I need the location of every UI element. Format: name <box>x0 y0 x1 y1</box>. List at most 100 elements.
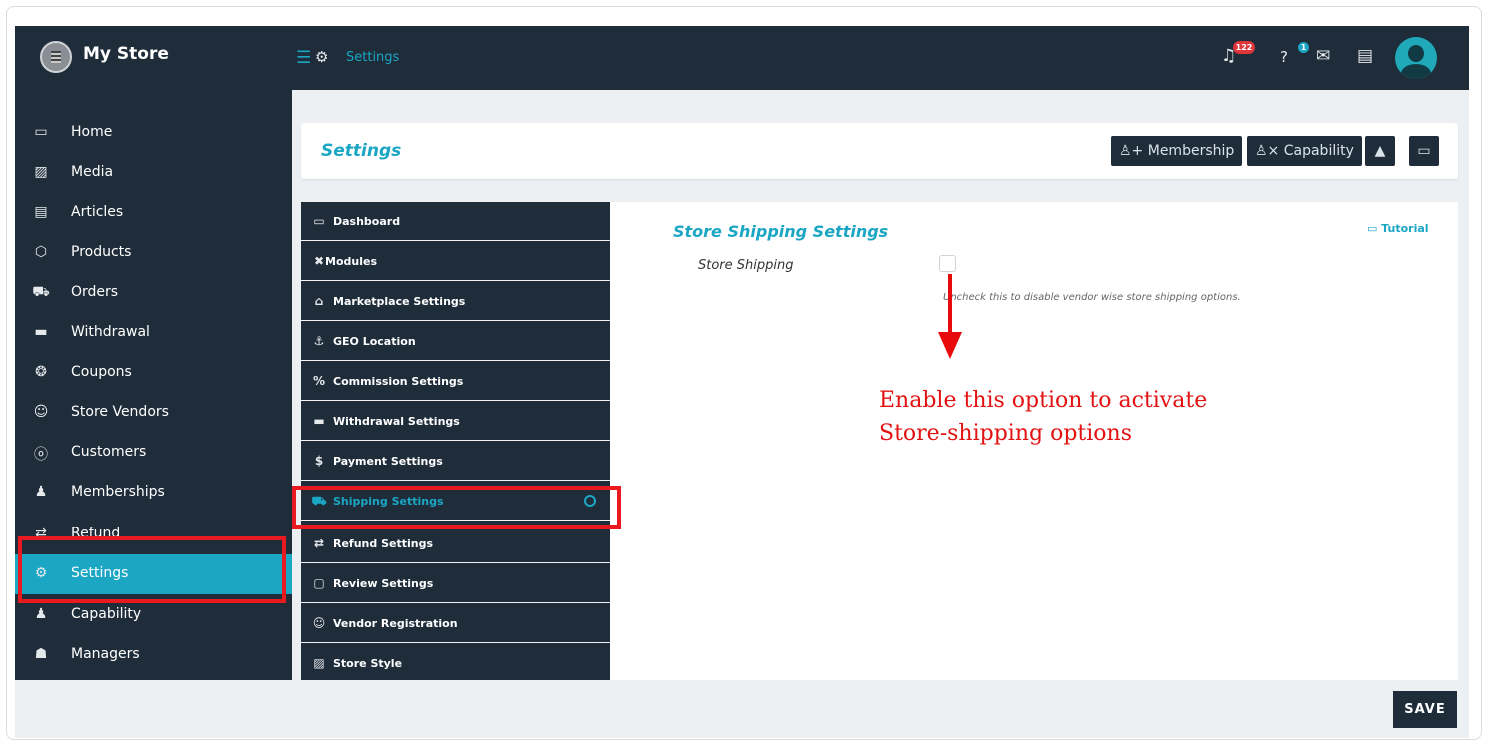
submenu-item-label: Marketplace Settings <box>333 295 466 308</box>
submenu-item-vendor-registration[interactable]: ☺ Vendor Registration <box>301 604 610 643</box>
user-icon: ☺ <box>33 404 49 420</box>
sidebar-item-articles[interactable]: ▤ Articles <box>15 193 292 233</box>
submenu-item-label: Modules <box>325 255 377 268</box>
user-avatar[interactable] <box>1395 37 1437 79</box>
dashboard-icon: ▭ <box>313 214 325 228</box>
megaphone-icon[interactable]: ✉ <box>1316 46 1330 66</box>
user-x-icon: ♟ <box>34 606 48 622</box>
submenu-item-payment-settings[interactable]: $ Payment Settings <box>301 442 610 481</box>
submenu-item-review-settings[interactable]: ▢ Review Settings <box>301 564 610 603</box>
store-shipping-checkbox[interactable] <box>939 255 956 272</box>
save-button[interactable]: SAVE <box>1393 691 1457 728</box>
credit-card-icon: ▬ <box>34 324 48 340</box>
articles-icon: ▤ <box>34 204 48 220</box>
sidebar-item-coupons[interactable]: ❂ Coupons <box>15 353 292 393</box>
image-icon: ▨ <box>313 656 325 670</box>
sidebar-item-memberships[interactable]: ♟ Memberships <box>15 473 292 513</box>
sidebar-item-label: Articles <box>71 204 124 220</box>
settings-highlight-box <box>18 536 286 603</box>
credit-card-icon: ▬ <box>313 414 325 428</box>
sidebar-item-label: Products <box>71 244 132 260</box>
sidebar-item-label: Capability <box>71 606 142 622</box>
submenu-item-label: Commission Settings <box>333 375 464 388</box>
sidebar-item-store-vendors[interactable]: ☺ Store Vendors <box>15 393 292 433</box>
page-title: Settings <box>321 141 402 161</box>
settings-header-card: Settings ♙+ Membership ♙× Capability ▲ ▭ <box>301 123 1458 179</box>
sidebar-item-managers[interactable]: ☗ Managers <box>15 635 292 675</box>
user-plus-icon: ♙+ <box>1119 143 1148 159</box>
user-icon: ☺ <box>312 616 326 630</box>
shipping-settings-highlight-box <box>292 486 621 529</box>
graduation-cap-icon: ▲ <box>1374 143 1386 159</box>
dollar-icon: $ <box>314 454 324 468</box>
sidebar-item-media[interactable]: ▨ Media <box>15 153 292 193</box>
content-panel: Store Shipping Settings ▭ Tutorial Store… <box>610 202 1458 682</box>
home-icon: ▭ <box>34 124 48 140</box>
sidebar-item-label: Withdrawal <box>71 324 150 340</box>
membership-label: Membership <box>1147 143 1235 159</box>
submenu-item-label: Review Settings <box>333 577 434 590</box>
sidebar-item-orders[interactable]: ⛟ Orders <box>15 273 292 313</box>
submenu-item-label: Withdrawal Settings <box>333 415 460 428</box>
capability-button[interactable]: ♙× Capability <box>1247 136 1362 166</box>
breadcrumb: Settings <box>346 50 400 65</box>
bottom-bar <box>15 680 1469 738</box>
products-icon: ⬡ <box>34 244 48 260</box>
user-circle-icon: ⓞ <box>34 447 48 463</box>
store-logo[interactable] <box>40 41 72 73</box>
sidebar-item-products[interactable]: ⬡ Products <box>15 233 292 273</box>
submenu-item-withdrawal-settings[interactable]: ▬ Withdrawal Settings <box>301 402 610 441</box>
sidebar-item-label: Store Vendors <box>71 404 169 420</box>
submenu-item-marketplace-settings[interactable]: ⌂ Marketplace Settings <box>301 282 610 321</box>
user-x-icon: ♙× <box>1255 143 1284 159</box>
video-camera-icon: ▭ <box>1367 222 1382 235</box>
annotation-line-2: Store-shipping options <box>879 421 1132 446</box>
sidebar-item-customers[interactable]: ⓞ Customers <box>15 433 292 473</box>
store-shipping-label: Store Shipping <box>698 258 794 273</box>
sidebar-item-withdrawal[interactable]: ▬ Withdrawal <box>15 313 292 353</box>
hamburger-menu-icon[interactable]: ☰ <box>296 48 311 68</box>
location-icon: ⚓ <box>313 334 325 348</box>
sidebar-item-label: Home <box>71 124 113 140</box>
help-count-badge: 1 <box>1298 42 1309 53</box>
submenu-item-commission-settings[interactable]: % Commission Settings <box>301 362 610 401</box>
sidebar-item-label: Coupons <box>71 364 132 380</box>
gift-icon: ❂ <box>35 364 47 380</box>
notes-icon[interactable]: ▤ <box>1357 46 1373 66</box>
submenu-item-refund-settings[interactable]: ⇄ Refund Settings <box>301 524 610 563</box>
video-button[interactable]: ▭ <box>1409 136 1439 166</box>
user-plus-icon: ♟ <box>34 484 48 500</box>
submenu-item-label: Dashboard <box>333 215 401 228</box>
notification-count-badge: 122 <box>1233 41 1255 54</box>
submenu-item-dashboard[interactable]: ▭ Dashboard <box>301 202 610 241</box>
sidebar-item-label: Managers <box>71 646 140 662</box>
submenu-item-label: Store Style <box>333 657 403 670</box>
annotation-arrow-shaft <box>948 274 952 336</box>
video-camera-icon: ▭ <box>1417 143 1431 159</box>
store-name[interactable]: My Store <box>83 44 169 64</box>
percent-icon: % <box>312 374 326 388</box>
sidebar-item-label: Customers <box>71 444 147 460</box>
graduation-cap-button[interactable]: ▲ <box>1365 136 1395 166</box>
sidebar-item-label: Orders <box>71 284 119 300</box>
top-bar: My Store ☰ ⚙ Settings ♫ 122 ? 1 ✉ ▤ <box>15 26 1469 90</box>
section-title: Store Shipping Settings <box>673 222 889 241</box>
managers-icon: ☗ <box>34 646 48 662</box>
tutorial-label: Tutorial <box>1381 222 1429 235</box>
home-icon: ⌂ <box>314 294 324 308</box>
help-question-icon[interactable]: ? <box>1280 48 1288 66</box>
cart-icon: ⛟ <box>32 284 50 300</box>
tutorial-link[interactable]: ▭ Tutorial <box>1367 222 1429 235</box>
refund-icon: ⇄ <box>313 536 325 550</box>
submenu-item-store-style[interactable]: ▨ Store Style <box>301 644 610 683</box>
membership-button[interactable]: ♙+ Membership <box>1111 136 1243 166</box>
annotation-line-1: Enable this option to activate <box>879 388 1208 413</box>
submenu-item-geo-location[interactable]: ⚓ GEO Location <box>301 322 610 361</box>
submenu-item-modules[interactable]: ✖ Modules <box>301 242 610 281</box>
sidebar-item-home[interactable]: ▭ Home <box>15 113 292 153</box>
settings-gears-icon: ⚙ <box>315 48 329 66</box>
media-icon: ▨ <box>34 164 48 180</box>
sidebar-item-label: Media <box>71 164 114 180</box>
sidebar-item-label: Memberships <box>71 484 165 500</box>
capability-label: Capability <box>1283 143 1354 159</box>
